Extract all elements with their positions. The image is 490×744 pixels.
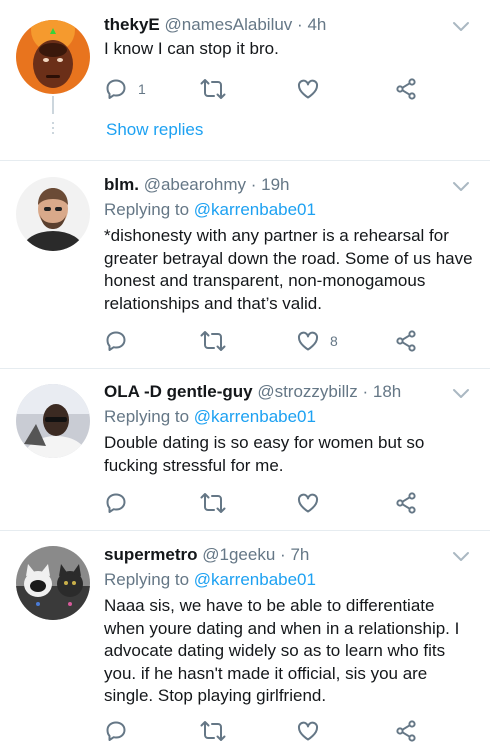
replying-to: Replying to @karrenbabe01 (104, 199, 316, 221)
timestamp[interactable]: 19h (261, 175, 289, 194)
tweet-text: Naaa sis, we have to be able to differen… (104, 596, 460, 705)
display-name[interactable]: blm. (104, 175, 139, 194)
share-button[interactable] (394, 718, 418, 744)
timestamp[interactable]: 18h (373, 382, 401, 401)
display-name[interactable]: OLA -D gentle-guy (104, 382, 253, 401)
avatar[interactable] (16, 384, 90, 458)
like-button[interactable]: 8 (296, 328, 338, 354)
share-button[interactable] (394, 490, 418, 516)
avatar[interactable] (16, 177, 90, 251)
replying-to-label: Replying to (104, 200, 190, 219)
replying-to-handle[interactable]: @karrenbabe01 (194, 200, 316, 219)
user-handle[interactable]: @1geeku (202, 545, 275, 564)
share-icon (396, 492, 416, 514)
reply-button[interactable]: 1 (104, 76, 146, 102)
separator: · (280, 545, 286, 564)
reply-icon (106, 721, 126, 741)
replying-to-handle[interactable]: @karrenbabe01 (194, 407, 316, 426)
chevron-down-icon[interactable] (452, 20, 470, 32)
reply-button[interactable] (104, 718, 128, 744)
retweet-button[interactable] (200, 718, 226, 744)
timestamp[interactable]: 7h (290, 545, 309, 564)
like-button[interactable] (296, 718, 320, 744)
separator: · (362, 382, 369, 401)
show-replies-link[interactable]: Show replies (106, 120, 203, 140)
replying-to-label: Replying to (104, 570, 190, 589)
divider (0, 530, 490, 531)
chevron-down-icon[interactable] (452, 550, 470, 562)
replying-to-handle[interactable]: @karrenbabe01 (194, 570, 316, 589)
replying-to: Replying to @karrenbabe01 (104, 569, 316, 591)
action-bar: 8 (104, 328, 434, 354)
share-icon (396, 330, 416, 352)
chevron-down-icon[interactable] (452, 180, 470, 192)
share-icon (396, 78, 416, 100)
divider (0, 160, 490, 161)
reply-icon (106, 331, 126, 351)
user-handle[interactable]: @strozzybillz (257, 382, 357, 401)
avatar-image (16, 546, 90, 620)
avatar-image (16, 384, 90, 458)
chevron-down-icon[interactable] (452, 387, 470, 399)
reply-button[interactable] (104, 490, 128, 516)
display-name[interactable]: supermetro (104, 545, 198, 564)
share-button[interactable] (394, 76, 418, 102)
separator: · (297, 15, 303, 34)
tweet-text: Double dating is so easy for women but s… (104, 433, 425, 475)
tweet-text: *dishonesty with any partner is a rehear… (104, 226, 473, 313)
heart-icon (297, 79, 319, 99)
retweet-button[interactable] (200, 328, 226, 354)
retweet-button[interactable] (200, 76, 226, 102)
reply-icon (106, 79, 126, 99)
avatar[interactable] (16, 546, 90, 620)
reply-count: 1 (138, 81, 146, 97)
like-button[interactable] (296, 490, 320, 516)
separator: · (250, 175, 257, 194)
avatar[interactable] (16, 20, 90, 94)
tweet-text: I know I can stop it bro. (104, 39, 279, 58)
reply-button[interactable] (104, 328, 138, 354)
replying-to-label: Replying to (104, 407, 190, 426)
avatar-image (16, 20, 90, 94)
like-count: 8 (330, 333, 338, 349)
share-icon (396, 720, 416, 742)
timestamp[interactable]: 4h (307, 15, 326, 34)
action-bar: 1 (104, 76, 434, 102)
retweet-button[interactable] (200, 490, 226, 516)
heart-icon (297, 721, 319, 741)
retweet-icon (200, 331, 226, 351)
thread-line (52, 96, 54, 114)
action-bar (104, 490, 434, 516)
avatar-image (16, 177, 90, 251)
action-bar (104, 718, 434, 744)
share-button[interactable] (394, 328, 418, 354)
heart-icon (297, 331, 319, 351)
display-name[interactable]: thekyE (104, 15, 160, 34)
divider (0, 368, 490, 369)
thread-dots (52, 122, 54, 137)
retweet-icon (200, 721, 226, 741)
user-handle[interactable]: @abearohmy (144, 175, 246, 194)
reply-icon (106, 493, 126, 513)
retweet-icon (200, 493, 226, 513)
retweet-icon (200, 79, 226, 99)
like-button[interactable] (296, 76, 320, 102)
replying-to: Replying to @karrenbabe01 (104, 406, 316, 428)
user-handle[interactable]: @namesAlabiluv (164, 15, 292, 34)
heart-icon (297, 493, 319, 513)
